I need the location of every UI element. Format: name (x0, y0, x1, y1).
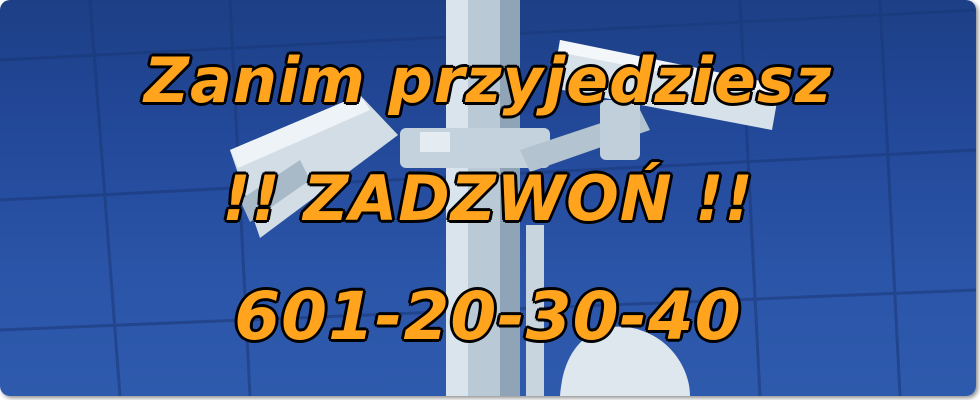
phone-number: 601-20-30-40 (233, 277, 742, 357)
headline-line-1: Zanim przyjedziesz (143, 43, 833, 119)
promo-banner: Zanim przyjedziesz !! ZADZWOŃ !! 601-20-… (0, 0, 976, 396)
headline-line-2: !! ZADZWOŃ !! (221, 161, 755, 237)
